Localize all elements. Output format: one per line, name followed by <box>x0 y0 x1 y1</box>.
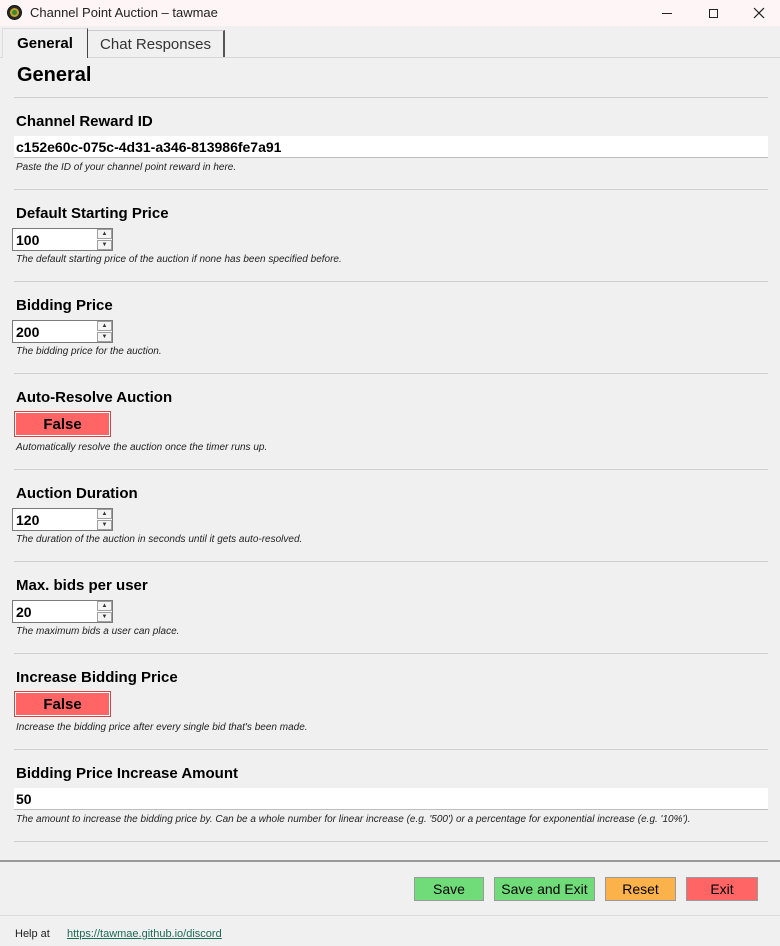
bid-price-spinbox[interactable]: 200 ▲ ▼ <box>12 320 113 343</box>
auto-resolve-label: Auto-Resolve Auction <box>16 389 173 406</box>
minimize-button[interactable] <box>644 0 690 26</box>
window-title: Channel Point Auction – tawmae <box>30 5 218 20</box>
reward-id-input[interactable]: c152e60c-075c-4d31-a346-813986fe7a91 <box>14 136 768 158</box>
arrow-down-icon: ▼ <box>101 334 108 340</box>
duration-value: 120 <box>16 512 40 528</box>
tab-divider <box>0 57 780 58</box>
tab-general[interactable]: General <box>2 28 88 58</box>
arrow-down-icon: ▼ <box>101 242 108 248</box>
close-icon <box>753 7 765 19</box>
start-price-description: The default starting price of the auctio… <box>16 254 342 265</box>
spin-up-button[interactable]: ▲ <box>97 321 112 331</box>
max-bids-description: The maximum bids a user can place. <box>16 626 180 637</box>
reward-id-description: Paste the ID of your channel point rewar… <box>16 162 237 173</box>
help-label: Help at <box>15 928 50 940</box>
spin-down-button[interactable]: ▼ <box>97 520 112 530</box>
minimize-icon <box>662 12 672 14</box>
duration-spinbox[interactable]: 120 ▲ ▼ <box>12 508 113 531</box>
section-divider <box>14 373 768 374</box>
start-price-label: Default Starting Price <box>16 205 169 222</box>
arrow-up-icon: ▲ <box>101 603 108 609</box>
bid-price-description: The bidding price for the auction. <box>16 346 162 357</box>
page-title: General <box>17 64 92 86</box>
max-bids-value: 20 <box>16 604 32 620</box>
spin-down-button[interactable]: ▼ <box>97 332 112 342</box>
section-divider <box>14 97 768 98</box>
duration-label: Auction Duration <box>16 485 138 502</box>
start-price-value: 100 <box>16 232 40 248</box>
footer-separator <box>0 915 780 916</box>
reset-button[interactable]: Reset <box>605 877 676 901</box>
increase-amount-label: Bidding Price Increase Amount <box>16 765 238 782</box>
spin-down-button[interactable]: ▼ <box>97 612 112 622</box>
bottom-separator <box>0 860 780 862</box>
start-price-spinbox[interactable]: 100 ▲ ▼ <box>12 228 113 251</box>
exit-button[interactable]: Exit <box>686 877 758 901</box>
bid-price-value: 200 <box>16 324 40 340</box>
title-bar: Channel Point Auction – tawmae <box>0 0 780 26</box>
maximize-icon <box>708 8 718 18</box>
save-and-exit-button[interactable]: Save and Exit <box>494 877 595 901</box>
help-link[interactable]: https://tawmae.github.io/discord <box>67 928 222 940</box>
section-divider <box>14 653 768 654</box>
section-divider <box>14 281 768 282</box>
maximize-button[interactable] <box>690 0 736 26</box>
increase-bid-description: Increase the bidding price after every s… <box>16 722 308 733</box>
spin-down-button[interactable]: ▼ <box>97 240 112 250</box>
close-button[interactable] <box>736 0 780 26</box>
increase-amount-input[interactable]: 50 <box>14 788 768 810</box>
app-icon <box>7 5 22 20</box>
tab-bar: General Chat Responses <box>0 26 780 58</box>
spin-up-button[interactable]: ▲ <box>97 601 112 611</box>
arrow-down-icon: ▼ <box>101 522 108 528</box>
arrow-up-icon: ▲ <box>101 511 108 517</box>
save-button[interactable]: Save <box>414 877 484 901</box>
arrow-up-icon: ▲ <box>101 323 108 329</box>
max-bids-spinbox[interactable]: 20 ▲ ▼ <box>12 600 113 623</box>
max-bids-label: Max. bids per user <box>16 577 148 594</box>
section-divider <box>14 469 768 470</box>
spin-up-button[interactable]: ▲ <box>97 509 112 519</box>
arrow-up-icon: ▲ <box>101 231 108 237</box>
increase-amount-description: The amount to increase the bidding price… <box>16 814 691 825</box>
tab-chat-responses[interactable]: Chat Responses <box>88 30 225 57</box>
section-divider <box>14 189 768 190</box>
auto-resolve-description: Automatically resolve the auction once t… <box>16 442 268 453</box>
increase-bid-toggle[interactable]: False <box>14 691 111 717</box>
reward-id-label: Channel Reward ID <box>16 113 153 130</box>
bid-price-label: Bidding Price <box>16 297 113 314</box>
section-divider <box>14 841 768 842</box>
increase-bid-label: Increase Bidding Price <box>16 669 178 686</box>
arrow-down-icon: ▼ <box>101 614 108 620</box>
auto-resolve-toggle[interactable]: False <box>14 411 111 437</box>
section-divider <box>14 749 768 750</box>
spin-up-button[interactable]: ▲ <box>97 229 112 239</box>
section-divider <box>14 561 768 562</box>
duration-description: The duration of the auction in seconds u… <box>16 534 303 545</box>
